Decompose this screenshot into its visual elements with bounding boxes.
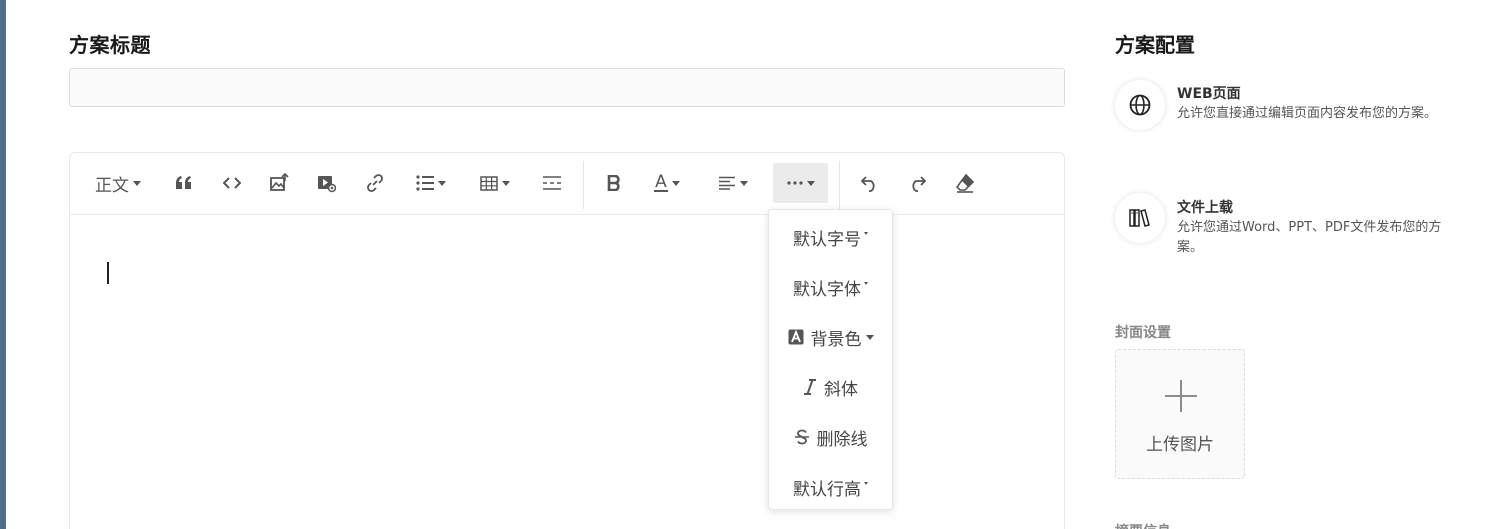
- quote-icon: [176, 176, 191, 189]
- paragraph-format-label: 正文: [95, 175, 129, 196]
- left-edge-strip: [0, 0, 6, 529]
- table-icon: [480, 175, 498, 191]
- chevron-down-icon: [865, 334, 874, 340]
- chevron-down-icon: [864, 481, 868, 485]
- chevron-down-icon: [133, 180, 141, 186]
- video-button[interactable]: [308, 163, 344, 203]
- plan-config-title: 方案配置: [1115, 33, 1195, 57]
- strikethrough-option[interactable]: 删除线: [769, 412, 892, 462]
- undo-icon: [860, 176, 875, 192]
- redo-icon: [912, 176, 927, 192]
- video-icon: [318, 176, 336, 193]
- redo-button[interactable]: [899, 163, 935, 203]
- list-button[interactable]: [410, 163, 452, 203]
- font-size-option[interactable]: 默认字号: [769, 212, 892, 262]
- font-color-icon: A: [654, 172, 668, 192]
- chevron-down-icon: [864, 231, 868, 235]
- divider-icon: [543, 176, 561, 190]
- chevron-down-icon: [864, 281, 868, 285]
- strikethrough-icon: [794, 429, 810, 445]
- chevron-down-icon: [438, 180, 446, 186]
- upload-image-button[interactable]: 上传图片: [1115, 349, 1245, 479]
- cover-settings-label: 封面设置: [1115, 325, 1171, 341]
- line-height-label: 默认行高: [793, 479, 861, 500]
- bold-icon: [607, 175, 620, 191]
- more-dropdown-menu: 默认字号 默认字体 背景色 斜体 删除线 默认行高: [768, 209, 893, 510]
- plan-title-label: 方案标题: [69, 33, 151, 57]
- chevron-down-icon: [502, 180, 510, 186]
- undo-button[interactable]: [852, 163, 888, 203]
- align-button[interactable]: [712, 163, 754, 203]
- background-color-label: 背景色: [810, 329, 862, 350]
- text-cursor: [107, 262, 109, 284]
- web-page-option-title: WEB页面: [1177, 86, 1241, 102]
- image-upload-button[interactable]: [261, 163, 297, 203]
- strikethrough-label: 删除线: [816, 429, 868, 450]
- code-icon: [223, 177, 241, 189]
- more-button[interactable]: [773, 163, 828, 203]
- web-page-option[interactable]: [1115, 80, 1165, 130]
- quote-button[interactable]: [166, 163, 202, 203]
- file-upload-option[interactable]: [1115, 193, 1165, 243]
- chevron-down-icon: [740, 180, 748, 186]
- web-page-option-desc: 允许您直接通过编辑页面内容发布您的方案。: [1177, 106, 1438, 121]
- font-color-button[interactable]: A: [646, 163, 688, 203]
- eraser-icon: [955, 173, 975, 193]
- font-family-label: 默认字体: [793, 279, 861, 300]
- upload-image-label: 上传图片: [1146, 435, 1214, 455]
- code-button[interactable]: [214, 163, 250, 203]
- font-size-label: 默认字号: [793, 229, 861, 250]
- chevron-down-icon: [671, 180, 680, 186]
- paragraph-format-select[interactable]: 正文: [84, 163, 152, 203]
- plan-title-input[interactable]: [69, 68, 1065, 107]
- line-height-option[interactable]: 默认行高: [769, 462, 892, 512]
- table-button[interactable]: [474, 163, 516, 203]
- link-button[interactable]: [357, 163, 393, 203]
- more-icon: [786, 181, 803, 185]
- files-icon: [1129, 209, 1150, 227]
- divider-button[interactable]: [534, 163, 570, 203]
- rich-text-editor: 正文 A: [69, 152, 1065, 529]
- toolbar-separator: [839, 161, 840, 209]
- italic-icon: [803, 379, 817, 395]
- toolbar-separator: [583, 161, 584, 209]
- link-icon: [367, 174, 383, 192]
- image-upload-icon: [270, 173, 289, 191]
- font-family-option[interactable]: 默认字体: [769, 262, 892, 312]
- file-upload-option-title: 文件上载: [1177, 200, 1233, 216]
- file-upload-option-desc: 允许您通过Word、PPT、PDF文件发布您的方案。: [1177, 220, 1442, 255]
- background-color-icon: [788, 329, 804, 345]
- bold-button[interactable]: [596, 163, 632, 203]
- chevron-down-icon: [806, 180, 815, 186]
- editor-toolbar: 正文 A: [70, 153, 1064, 215]
- summary-info-label: 摘要信息: [1115, 521, 1171, 529]
- italic-option[interactable]: 斜体: [769, 362, 892, 412]
- globe-icon: [1129, 94, 1151, 116]
- italic-label: 斜体: [824, 379, 858, 400]
- background-color-option[interactable]: 背景色: [769, 312, 892, 362]
- align-icon: [719, 176, 735, 190]
- list-icon: [416, 175, 434, 191]
- clear-format-button[interactable]: [947, 163, 983, 203]
